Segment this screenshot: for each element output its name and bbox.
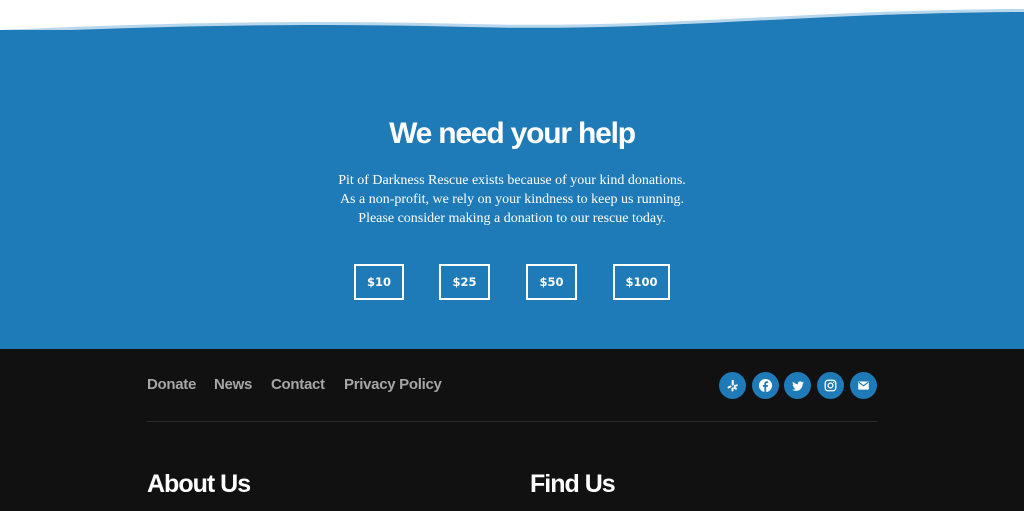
instagram-icon[interactable] xyxy=(817,372,844,399)
footer-link-donate[interactable]: Donate xyxy=(147,376,196,393)
donate-25-button[interactable]: $25 xyxy=(439,264,490,300)
yelp-icon[interactable] xyxy=(719,372,746,399)
facebook-icon[interactable] xyxy=(752,372,779,399)
donation-description: Pit of Darkness Rescue exists because of… xyxy=(338,173,686,226)
footer-link-privacy-policy[interactable]: Privacy Policy xyxy=(344,376,442,393)
footer-divider xyxy=(147,421,877,422)
donation-heading: We need your help xyxy=(389,117,636,150)
twitter-icon[interactable] xyxy=(784,372,811,399)
footer-link-contact[interactable]: Contact xyxy=(271,376,325,393)
find-us-heading: Find Us xyxy=(530,470,616,498)
mail-icon[interactable] xyxy=(850,372,877,399)
donate-50-button[interactable]: $50 xyxy=(526,264,577,300)
about-us-heading: About Us xyxy=(147,470,251,498)
donate-10-button[interactable]: $10 xyxy=(354,264,404,300)
footer-link-news[interactable]: News xyxy=(214,376,252,393)
donate-100-button[interactable]: $100 xyxy=(613,264,670,300)
